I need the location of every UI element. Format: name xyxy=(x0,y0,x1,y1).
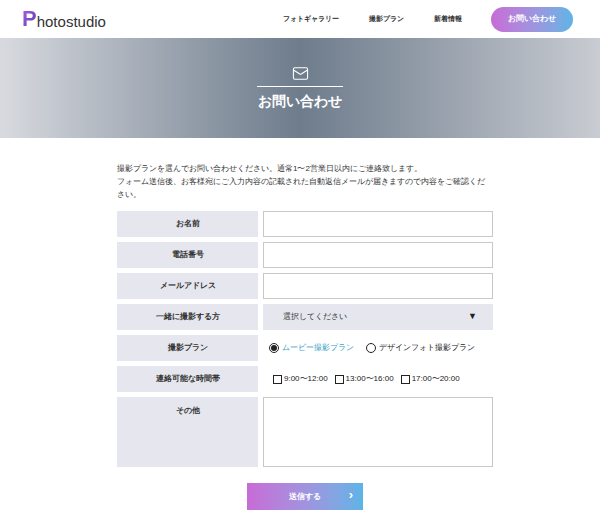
checkbox-box-icon xyxy=(401,375,410,384)
form-row: 電話番号 xyxy=(117,242,493,268)
text-input[interactable] xyxy=(263,242,493,268)
radio-circle-icon xyxy=(366,343,376,353)
form-row: 連絡可能な時間帯 9:00〜12:00 13:00〜16:00 17:00〜20:00 xyxy=(117,366,493,392)
hero: お問い合わせ xyxy=(0,38,600,138)
intro-line: フォーム送信後、お客様宛にご入力内容の記載された自動返信メールが届きますので内容… xyxy=(117,175,491,201)
field-label: 一緒に撮影する方 xyxy=(117,304,258,330)
text-input[interactable] xyxy=(263,211,493,237)
form-row: その他 xyxy=(117,397,493,467)
chevron-right-icon: › xyxy=(349,488,353,501)
nav-link[interactable]: 新着情報 xyxy=(434,14,462,25)
field-label: 撮影プラン xyxy=(117,335,258,361)
select-box[interactable]: 選択してください ▼ xyxy=(263,304,493,330)
checkbox-group: 9:00〜12:00 13:00〜16:00 17:00〜20:00 xyxy=(263,366,493,392)
checkbox-box-icon xyxy=(335,375,344,384)
form-section: 撮影プランを選んでお問い合わせください。通常1〜2営業日以内にご連絡致します。フ… xyxy=(0,138,493,467)
page: Photostudioフォトギャラリー撮影プラン新着情報お問い合わせお問い合わせ… xyxy=(0,0,600,526)
form-row: お名前 xyxy=(117,211,493,237)
submit-label: 送信する xyxy=(289,491,321,503)
radio-label: ムービー撮影プラン xyxy=(282,342,354,354)
nav-link[interactable]: 撮影プラン xyxy=(369,14,404,25)
envelope-icon xyxy=(292,65,309,82)
nav-link[interactable]: フォトギャラリー xyxy=(283,14,339,25)
form-row: 一緒に撮影する方 選択してください ▼ xyxy=(117,304,493,330)
hero-title: お問い合わせ xyxy=(258,91,342,112)
field-label: メールアドレス xyxy=(117,273,258,299)
logo-text: hotostudio xyxy=(37,14,106,29)
radio-group: ムービー撮影プラン デザインフォト撮影プラン xyxy=(263,335,493,361)
radio-label: デザインフォト撮影プラン xyxy=(379,342,475,354)
checkbox-option[interactable]: 17:00〜20:00 xyxy=(401,373,460,385)
nav: フォトギャラリー 撮影プラン 新着情報 xyxy=(283,14,462,25)
checkbox-label: 9:00〜12:00 xyxy=(284,373,328,385)
submit-button[interactable]: 送信する › xyxy=(247,483,363,510)
hero-divider xyxy=(257,86,343,87)
form-row: 撮影プラン ムービー撮影プラン デザインフォト撮影プラン xyxy=(117,335,493,361)
logo[interactable]: Photostudio xyxy=(22,8,106,30)
textarea[interactable] xyxy=(263,397,493,467)
form-row: メールアドレス xyxy=(117,273,493,299)
submit-row: 送信する › xyxy=(0,483,600,510)
logo-initial: P xyxy=(22,8,37,30)
contact-form: お名前電話番号メールアドレス一緒に撮影する方選択してください▼撮影プランムービー… xyxy=(117,211,493,467)
field-label: お名前 xyxy=(117,211,258,237)
text-input[interactable] xyxy=(263,273,493,299)
intro-text: 撮影プランを選んでお問い合わせください。通常1〜2営業日以内にご連絡致します。フ… xyxy=(117,162,493,201)
header: Photostudio フォトギャラリー 撮影プラン 新着情報 お問い合わせ xyxy=(0,0,600,38)
field-label: その他 xyxy=(117,397,258,467)
intro-line: 撮影プランを選んでお問い合わせください。通常1〜2営業日以内にご連絡致します。 xyxy=(117,162,491,175)
radio-option[interactable]: デザインフォト撮影プラン xyxy=(366,342,475,354)
dropdown-arrow-icon: ▼ xyxy=(468,310,477,324)
checkbox-option[interactable]: 13:00〜16:00 xyxy=(335,373,394,385)
contact-button[interactable]: お問い合わせ xyxy=(491,7,573,32)
radio-option[interactable]: ムービー撮影プラン xyxy=(269,342,354,354)
checkbox-label: 17:00〜20:00 xyxy=(412,373,460,385)
radio-circle-icon xyxy=(269,343,279,353)
checkbox-option[interactable]: 9:00〜12:00 xyxy=(273,373,328,385)
checkbox-box-icon xyxy=(273,375,282,384)
select-placeholder: 選択してください xyxy=(283,311,347,323)
field-label: 電話番号 xyxy=(117,242,258,268)
checkbox-label: 13:00〜16:00 xyxy=(346,373,394,385)
field-label: 連絡可能な時間帯 xyxy=(117,366,258,392)
